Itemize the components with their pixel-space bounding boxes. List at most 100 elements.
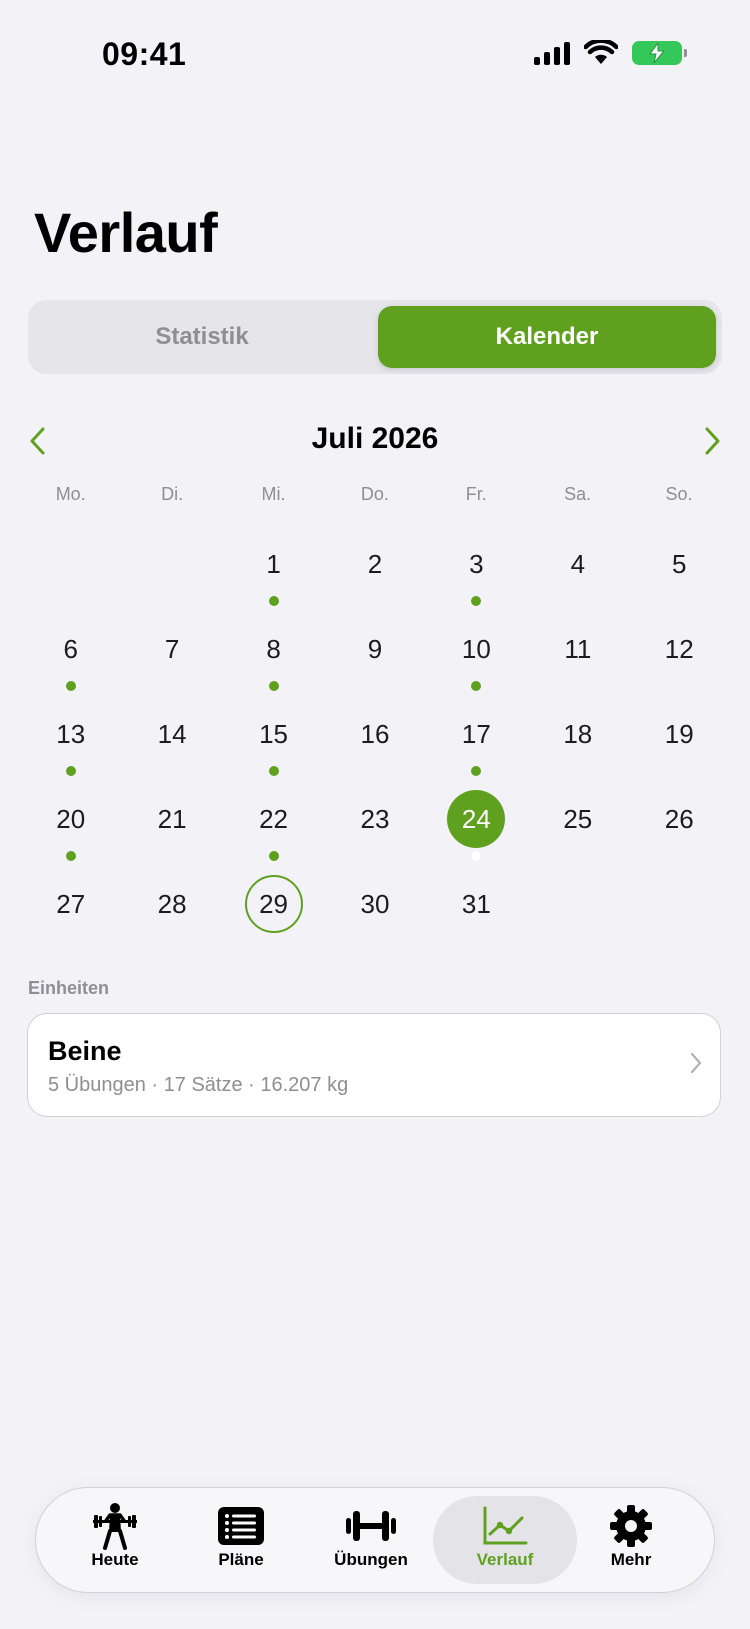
calendar-day-cell[interactable]: 28 — [121, 860, 222, 945]
calendar-day-cell[interactable]: 24 — [426, 775, 527, 861]
calendar-day-number: 9 — [367, 633, 383, 664]
calendar-day-number: 4 — [570, 548, 586, 579]
tab-mehr[interactable]: Mehr — [566, 1488, 696, 1591]
calendar-day-number: 31 — [461, 888, 491, 919]
tab-uebungen[interactable]: Übungen — [306, 1488, 436, 1591]
calendar-day-number: 29 — [244, 875, 303, 933]
page-title: Verlauf — [34, 201, 218, 264]
tab-label: Verlauf — [476, 1550, 534, 1569]
calendar-day-cell[interactable]: 5 — [629, 520, 730, 605]
calendar-day-cell[interactable]: 14 — [121, 690, 222, 775]
status-icons — [534, 40, 687, 66]
cellular-signal-icon — [534, 41, 570, 65]
calendar-day-number: 14 — [157, 718, 187, 749]
tab-label: Heute — [91, 1550, 139, 1569]
calendar-day-cell[interactable]: 3 — [426, 520, 527, 606]
calendar-day-cell[interactable]: 20 — [20, 775, 121, 861]
calendar-day-cell[interactable]: 21 — [121, 775, 222, 860]
calendar-day-number: 22 — [259, 803, 288, 834]
calendar-day-number: 1 — [266, 548, 281, 579]
calendar-day-cell[interactable]: 2 — [324, 520, 425, 605]
tab-bar: Heute Pläne Übungen Verlauf Mehr — [35, 1487, 715, 1593]
segment-statistik[interactable]: Statistik — [34, 306, 370, 368]
calendar-day-cell[interactable]: 6 — [20, 605, 121, 691]
tab-label: Übungen — [334, 1550, 408, 1569]
weekday-label: Sa. — [564, 484, 592, 504]
calendar-day-number: 18 — [563, 718, 593, 749]
calendar-day-number: 15 — [259, 718, 288, 749]
calendar-day-cell[interactable]: 7 — [121, 605, 222, 690]
calendar-day-cell[interactable]: 4 — [527, 520, 628, 605]
calendar-day-cell[interactable]: 25 — [527, 775, 628, 860]
calendar-day-number: 24 — [447, 790, 506, 848]
chart-icon — [483, 1506, 528, 1545]
next-month-button[interactable] — [698, 418, 728, 464]
calendar-day-number: 6 — [63, 633, 78, 664]
weekday-label: Mi. — [261, 484, 286, 504]
month-title: Juli 2026 — [311, 422, 439, 455]
calendar-day-number: 30 — [360, 888, 390, 919]
calendar-day-cell[interactable]: 18 — [527, 690, 628, 775]
calendar-day-number: 8 — [266, 633, 281, 664]
chevron-right-icon — [690, 1052, 702, 1074]
tab-label: Mehr — [610, 1550, 652, 1569]
calendar-day-number: 7 — [164, 633, 180, 664]
calendar-day-number: 2 — [367, 548, 383, 579]
calendar-day-cell[interactable]: 31 — [426, 860, 527, 945]
calendar-day-number: 20 — [56, 803, 86, 834]
calendar-day-number: 19 — [664, 718, 694, 749]
weekday-label: Fr. — [465, 484, 487, 504]
session-title: Beine — [48, 1036, 122, 1066]
dumbbell-icon — [346, 1511, 396, 1541]
calendar-day-cell[interactable]: 22 — [223, 775, 324, 861]
calendar-day-cell[interactable]: 23 — [324, 775, 425, 860]
calendar-day-cell[interactable]: 10 — [426, 605, 527, 691]
calendar-day-cell[interactable]: 11 — [527, 605, 628, 690]
tab-plaene[interactable]: Pläne — [176, 1488, 306, 1591]
calendar-day-number: 26 — [664, 803, 694, 834]
view-segmented-control: Statistik Kalender — [28, 300, 722, 374]
segment-kalender[interactable]: Kalender — [378, 306, 716, 368]
calendar-day-cell[interactable]: 27 — [20, 860, 121, 945]
calendar-day-number: 17 — [461, 718, 491, 749]
calendar-day-cell[interactable]: 19 — [629, 690, 730, 775]
calendar-day-cell[interactable]: 1 — [223, 520, 324, 606]
weekday-label: So. — [665, 484, 693, 504]
calendar-day-number: 3 — [469, 548, 484, 579]
list-icon — [218, 1507, 264, 1545]
calendar-day-number: 13 — [56, 718, 86, 749]
calendar-day-number: 10 — [461, 633, 491, 664]
gear-icon — [610, 1505, 652, 1547]
calendar-day-number: 23 — [360, 803, 390, 834]
calendar-day-cell[interactable]: 30 — [324, 860, 425, 945]
weekday-header: Mo. Di. Mi. Do. Fr. Sa. So. — [20, 484, 730, 505]
sessions-section-label: Einheiten — [28, 978, 110, 998]
status-time: 09:41 — [102, 36, 187, 72]
calendar-day-number: 25 — [563, 803, 593, 834]
calendar-day-number: 5 — [672, 548, 687, 579]
tab-label: Pläne — [218, 1550, 264, 1569]
tab-heute[interactable]: Heute — [50, 1488, 180, 1591]
calendar-day-cell[interactable]: 26 — [629, 775, 730, 860]
session-summary: 5 Übungen · 17 Sätze · 16.207 kg — [48, 1074, 349, 1096]
calendar-empty-cell — [20, 520, 121, 605]
weekday-label: Di. — [161, 484, 184, 504]
session-card[interactable]: Beine 5 Übungen · 17 Sätze · 16.207 kg — [27, 1013, 721, 1117]
calendar-day-number: 27 — [56, 888, 86, 919]
calendar-day-number: 12 — [664, 633, 694, 664]
calendar-day-number: 11 — [564, 633, 592, 664]
calendar-day-cell[interactable]: 9 — [324, 605, 425, 690]
calendar-day-cell[interactable]: 29 — [223, 860, 324, 945]
calendar-day-cell[interactable]: 12 — [629, 605, 730, 690]
weekday-label: Do. — [360, 484, 389, 504]
calendar-day-cell[interactable]: 15 — [223, 690, 324, 776]
tab-verlauf[interactable]: Verlauf — [433, 1496, 577, 1584]
weightlifter-icon — [93, 1503, 137, 1550]
chevron-right-icon — [705, 427, 720, 455]
calendar-day-cell[interactable]: 16 — [324, 690, 425, 775]
calendar-day-cell[interactable]: 8 — [223, 605, 324, 691]
calendar-day-cell[interactable]: 17 — [426, 690, 527, 776]
weekday-label: Mo. — [55, 484, 86, 504]
calendar-day-cell[interactable]: 13 — [20, 690, 121, 776]
wifi-icon — [584, 40, 618, 64]
